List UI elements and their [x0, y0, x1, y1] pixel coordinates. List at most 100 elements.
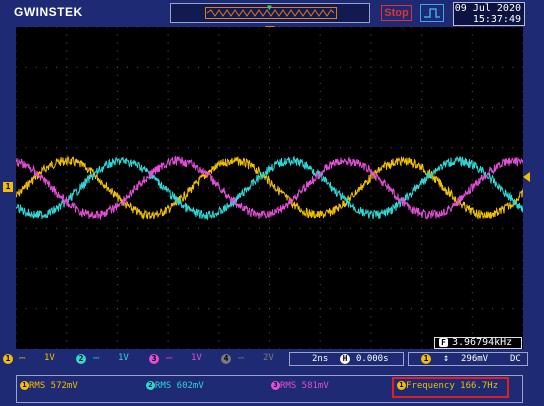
horizontal-position-value[interactable]: 0.000s — [356, 354, 389, 364]
ch1-badge[interactable]: 1 — [3, 354, 13, 364]
grid-dot — [167, 332, 169, 334]
grid-dot — [167, 131, 169, 133]
grid-dot — [269, 348, 270, 349]
grid-dot — [421, 171, 423, 173]
grid-dot — [258, 227, 260, 229]
measurement-ch3-rms[interactable]: 3 RMS 581mV — [271, 381, 329, 391]
grid-dot — [350, 227, 352, 229]
grid-dot — [35, 107, 37, 108]
waveform-display[interactable] — [16, 27, 523, 349]
memory-overview[interactable]: ▼ — [170, 3, 370, 23]
grid-dot — [329, 227, 331, 229]
trigger-level-value[interactable]: 296mV — [461, 354, 488, 364]
timebase-value[interactable]: 2ns — [312, 354, 328, 364]
grid-dot — [269, 284, 270, 286]
ch3-badge[interactable]: 3 — [149, 354, 159, 364]
grid-dot — [167, 227, 169, 229]
grid-dot — [116, 211, 118, 213]
measurement-ch2-rms[interactable]: 2 RMS 602mV — [146, 381, 204, 391]
grid-dot — [421, 348, 423, 349]
dc-coupling-icon: ⎓ — [19, 353, 26, 362]
grid-dot — [522, 50, 523, 52]
grid-dot — [238, 308, 240, 310]
grid-dot — [56, 348, 58, 349]
measurement-ch3-badge: 3 — [271, 381, 280, 390]
grid-dot — [309, 348, 311, 349]
grid-dot — [187, 147, 189, 149]
grid-dot — [157, 107, 159, 108]
grid-dot — [502, 147, 504, 149]
ch4-badge[interactable]: 4 — [221, 354, 231, 364]
ch4-volts-div[interactable]: 2V — [263, 353, 274, 363]
grid-dot — [319, 187, 321, 189]
grid-dot — [167, 243, 169, 245]
grid-dot — [451, 308, 453, 310]
grid-dot — [198, 66, 200, 68]
grid-dot — [339, 66, 341, 68]
grid-dot — [279, 308, 281, 310]
grid-dot — [198, 348, 200, 349]
grid-dot — [319, 332, 321, 334]
grid-dot — [471, 147, 473, 149]
grid-dot — [218, 227, 220, 229]
grid-dot — [522, 187, 523, 189]
grid-dot — [137, 107, 139, 108]
grid-dot — [218, 179, 220, 181]
grid-dot — [45, 227, 47, 229]
grid-dot — [218, 203, 220, 205]
grid-dot — [431, 107, 433, 108]
timebase-box[interactable]: 2ns H 0.000s — [289, 352, 404, 366]
grid-dot — [25, 66, 27, 68]
rising-edge-icon[interactable] — [420, 4, 444, 22]
grid-dot — [177, 107, 179, 108]
grid-dot — [400, 27, 402, 28]
grid-dot — [451, 107, 453, 108]
grid-dot — [461, 187, 463, 189]
grid-dot — [421, 284, 423, 286]
grid-dot — [390, 107, 392, 108]
grid-dot — [421, 82, 423, 84]
grid-dot — [370, 107, 372, 108]
ch1-volts-div[interactable]: 1V — [44, 353, 55, 363]
trigger-box[interactable]: 1 ↕ 296mV DC — [408, 352, 528, 366]
ch3-volts-div[interactable]: 1V — [191, 353, 202, 363]
grid-dot — [218, 332, 220, 334]
grid-dot — [522, 348, 523, 349]
grid-dot — [167, 292, 169, 294]
grid-dot — [177, 187, 179, 189]
grid-dot — [96, 66, 98, 68]
grid-dot — [431, 27, 433, 28]
grid-dot — [279, 227, 281, 229]
grid-dot — [16, 139, 17, 141]
grid-dot — [25, 308, 27, 310]
grid-dot — [16, 332, 17, 334]
grid-dot — [451, 268, 453, 269]
ch1-ground-marker[interactable]: 1 — [3, 182, 13, 192]
grid-dot — [167, 163, 169, 165]
grid-dot — [167, 219, 169, 221]
run-stop-status[interactable]: Stop — [381, 5, 412, 21]
grid-dot — [319, 107, 321, 108]
trigger-coupling[interactable]: DC — [510, 354, 521, 364]
grid-dot — [471, 42, 473, 44]
grid-dot — [16, 308, 17, 310]
ch2-badge[interactable]: 2 — [76, 354, 86, 364]
grid-dot — [16, 34, 17, 36]
grid-dot — [218, 27, 220, 28]
measurement-ch1-rms[interactable]: 1 RMS 572mV — [20, 381, 78, 391]
grid-dot — [309, 227, 311, 229]
grid-dot — [421, 50, 423, 52]
grid-dot — [116, 50, 118, 52]
grid-dot — [370, 131, 372, 133]
trigger-level-marker[interactable] — [523, 172, 530, 182]
grid-dot — [218, 324, 220, 326]
grid-dot — [370, 340, 372, 342]
ch2-volts-div[interactable]: 1V — [118, 353, 129, 363]
grid-dot — [319, 50, 321, 52]
grid-dot — [269, 123, 270, 125]
grid-dot — [522, 308, 523, 310]
grid-dot — [218, 90, 220, 92]
grid-dot — [421, 147, 423, 149]
grid-dot — [421, 90, 423, 92]
grid-dot — [471, 227, 473, 229]
